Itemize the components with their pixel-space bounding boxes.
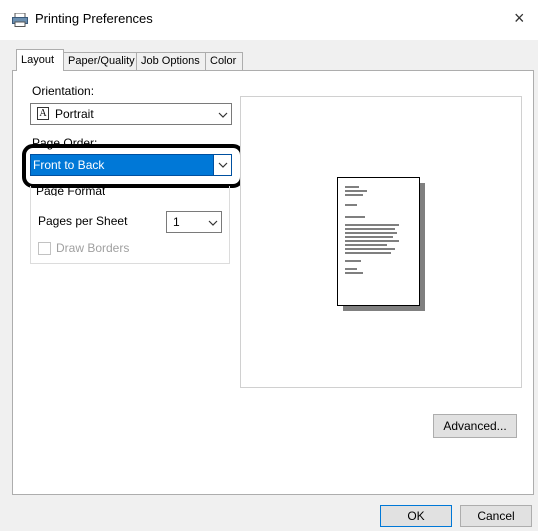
title-bar: Printing Preferences × <box>0 0 538 40</box>
orientation-label: Orientation: <box>32 84 95 98</box>
highlight-outline <box>22 144 244 188</box>
chevron-down-icon <box>208 220 218 226</box>
cancel-button[interactable]: Cancel <box>460 505 532 527</box>
ok-button[interactable]: OK <box>380 505 452 527</box>
page-preview-icon <box>337 177 425 311</box>
tab-job-options[interactable]: Job Options <box>136 52 206 70</box>
tab-color[interactable]: Color <box>205 52 243 70</box>
tab-paper-quality[interactable]: Paper/Quality <box>63 52 137 70</box>
pages-per-sheet-label: Pages per Sheet <box>38 214 128 228</box>
advanced-button[interactable]: Advanced... <box>433 414 517 438</box>
printer-icon <box>12 13 28 27</box>
tab-layout[interactable]: Layout <box>16 49 64 71</box>
draw-borders-label: Draw Borders <box>56 241 130 255</box>
chevron-down-icon <box>218 112 228 118</box>
close-icon[interactable]: × <box>514 8 525 28</box>
pages-per-sheet-value: 1 <box>173 215 180 229</box>
page-preview <box>240 96 522 388</box>
orientation-value: Portrait <box>55 107 94 121</box>
window-title: Printing Preferences <box>35 11 153 26</box>
page-format-label: Page Format <box>36 188 106 196</box>
draw-borders-checkbox[interactable] <box>38 242 51 255</box>
pages-per-sheet-select[interactable]: 1 <box>166 211 222 233</box>
orientation-select[interactable]: A Portrait <box>30 103 232 125</box>
portrait-icon: A <box>37 107 49 120</box>
